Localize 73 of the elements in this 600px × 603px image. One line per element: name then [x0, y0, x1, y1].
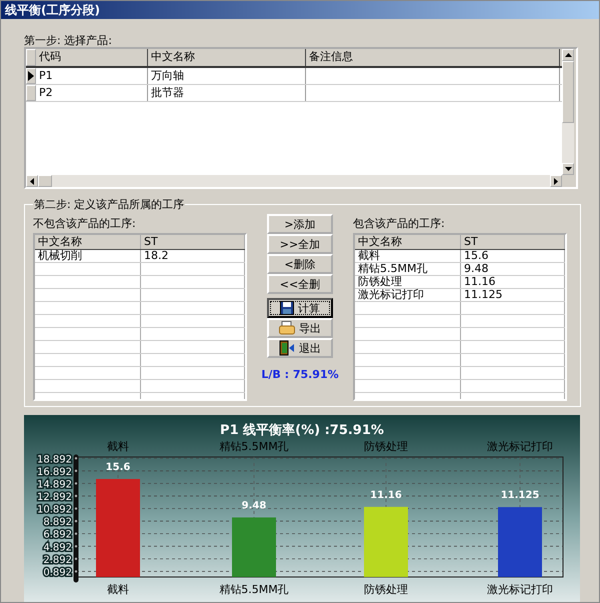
y-tick-label: 0.892	[43, 567, 72, 578]
value-label: 15.6	[106, 462, 130, 473]
move-button[interactable]: <删除	[267, 254, 333, 274]
y-tick-label: 12.892	[37, 492, 72, 503]
step-label: 第一步: 选择产品:	[24, 33, 113, 47]
column-header[interactable]: ST	[461, 235, 565, 249]
x-axis-label: 激光标记打印	[487, 583, 553, 596]
balance-rate: L/B : 75.91%	[261, 368, 339, 381]
column-header[interactable]: 代码	[36, 49, 148, 66]
category-label: 精钻5.5MM孔	[219, 440, 289, 453]
right-arrow-icon	[554, 178, 558, 184]
column-header[interactable]: ST	[141, 235, 245, 249]
table-cell: 激光标记打印	[355, 289, 461, 301]
y-tick-label: 4.892	[43, 542, 72, 554]
table-cell: 万向轴	[148, 68, 306, 84]
list-label: 不包含该产品的工序:	[33, 216, 137, 230]
scroll-down-button[interactable]	[562, 163, 574, 175]
printer-icon	[279, 321, 295, 335]
x-axis-label: 精钻5.5MM孔	[219, 583, 289, 596]
list-label: 包含该产品的工序:	[353, 216, 446, 230]
scroll-thumb[interactable]	[38, 175, 52, 187]
action-button[interactable]: 退出	[267, 338, 333, 358]
y-tick-label: 16.892	[37, 466, 72, 478]
table-cell: 11.125	[461, 289, 565, 301]
door-exit-icon	[279, 340, 295, 356]
y-tick-label: 18.892	[37, 454, 72, 466]
x-axis-label: 防锈处理	[364, 583, 408, 596]
category-label: 激光标记打印	[487, 440, 553, 453]
scroll-thumb[interactable]	[562, 61, 574, 123]
table-cell: 机械切削	[35, 250, 141, 262]
scroll-up-button[interactable]	[562, 49, 574, 61]
horizontal-scrollbar[interactable]	[26, 175, 562, 187]
group-title: 第二步: 定义该产品所属的工序	[33, 197, 186, 212]
column-header[interactable]: 备注信息	[306, 49, 560, 66]
table-cell: 11.16	[461, 276, 565, 288]
row-header[interactable]	[26, 68, 36, 84]
table-cell: 18.2	[141, 250, 245, 262]
y-tick-label: 14.892	[37, 479, 72, 490]
table-cell: P2	[36, 85, 148, 101]
table-cell: 15.6	[461, 250, 565, 262]
y-tick-label: 6.892	[43, 530, 72, 541]
move-button[interactable]: <<全删	[267, 274, 333, 294]
scroll-right-button[interactable]	[550, 175, 562, 187]
table-cell: P1	[36, 68, 148, 84]
action-button[interactable]: 导出	[267, 318, 333, 338]
column-header[interactable]: 中文名称	[355, 235, 461, 249]
chart-title: P1 线平衡率(%) :75.91%	[220, 423, 384, 438]
left-arrow-icon	[30, 178, 34, 184]
action-button[interactable]: 计算	[267, 298, 333, 318]
y-tick-label: 2.892	[43, 554, 72, 566]
down-arrow-icon	[564, 167, 572, 171]
up-arrow-icon	[564, 53, 572, 57]
value-label: 9.48	[242, 500, 266, 512]
table-cell: 精钻5.5MM孔	[355, 263, 461, 275]
table-cell: 防锈处理	[355, 276, 461, 288]
category-label: 截料	[107, 440, 129, 453]
value-label: 11.125	[500, 490, 540, 502]
window-title: 线平衡(工序分段)	[5, 2, 100, 18]
table-cell: 批节器	[148, 85, 306, 101]
table-cell: 截料	[355, 250, 461, 262]
value-label: 11.16	[370, 490, 402, 501]
column-header[interactable]: 中文名称	[35, 235, 141, 249]
x-axis-label: 截料	[107, 583, 129, 596]
category-label: 防锈处理	[364, 440, 408, 453]
y-tick-label: 8.892	[43, 517, 72, 528]
y-tick-label: 10.892	[37, 504, 72, 516]
move-button[interactable]: >添加	[267, 214, 333, 234]
column-header[interactable]: 中文名称	[148, 49, 306, 66]
table-cell: 9.48	[461, 263, 565, 275]
vertical-scrollbar[interactable]	[562, 49, 574, 175]
move-button[interactable]: >>全加	[267, 234, 333, 254]
scroll-left-button[interactable]	[26, 175, 38, 187]
row-pointer-icon	[28, 71, 34, 81]
